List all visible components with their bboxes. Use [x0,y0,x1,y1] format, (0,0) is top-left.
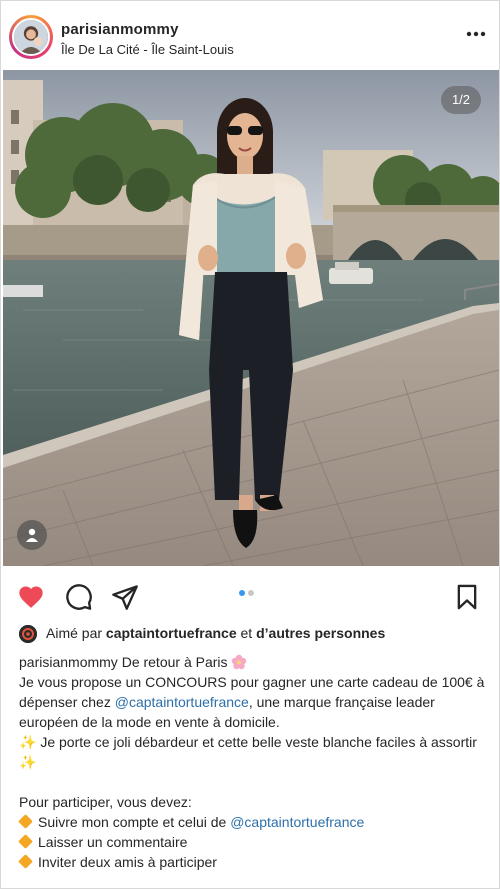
caption: parisianmommy De retour à Paris Je vous … [18,652,489,872]
diamond-icon [18,814,33,829]
carousel-dot-active [239,590,245,596]
image-counter: 1/2 [441,86,481,114]
username[interactable]: parisianmommy [61,21,179,38]
avatar-image [12,18,50,56]
caption-paragraph-2: ✨ Je porte ce joli débardeur et cette be… [19,734,477,770]
comment-icon[interactable] [65,583,93,611]
heart-icon[interactable] [17,583,45,611]
diamond-icon [18,834,33,849]
mention-link[interactable]: @captaintortuefrance [230,814,364,830]
avatar[interactable] [9,15,53,59]
sparkles-icon: ✨ [19,754,37,770]
caption-line1: parisianmommy De retour à Paris [19,652,489,672]
more-icon[interactable] [465,28,487,40]
location[interactable]: Île De La Cité - Île Saint-Louis [61,42,234,57]
liker-username[interactable]: captaintortuefrance [106,625,237,641]
bookmark-icon[interactable] [453,583,481,611]
blossom-icon [232,654,247,670]
share-icon[interactable] [111,583,139,611]
caption-step-3: Inviter deux amis à participer [18,852,489,872]
likes-text: Aimé par captaintortuefrance et d’autres… [46,625,386,641]
sparkles-icon: ✨ [19,734,37,750]
diamond-icon [18,854,33,869]
mention-link[interactable]: @captaintortuefrance [115,694,249,710]
user-tag-icon[interactable] [17,520,47,550]
post-header: parisianmommy Île De La Cité - Île Saint… [1,1,500,69]
others-link[interactable]: d’autres personnes [256,625,385,641]
carousel-dot [248,590,254,596]
caption-paragraph-3: Pour participer, vous devez: [19,794,192,810]
caption-step-1: Suivre mon compte et celui de @captainto… [18,812,489,832]
liker-avatar[interactable] [19,625,37,643]
action-bar [1,571,500,621]
post-photo[interactable]: 1/2 [3,70,499,566]
caption-paragraph-1: Je vous propose un CONCOURS pour gagner … [19,674,485,730]
caption-step-2: Laisser un commentaire [18,832,489,852]
post-card: parisianmommy Île De La Cité - Île Saint… [0,0,500,889]
caption-author[interactable]: parisianmommy [19,654,118,670]
